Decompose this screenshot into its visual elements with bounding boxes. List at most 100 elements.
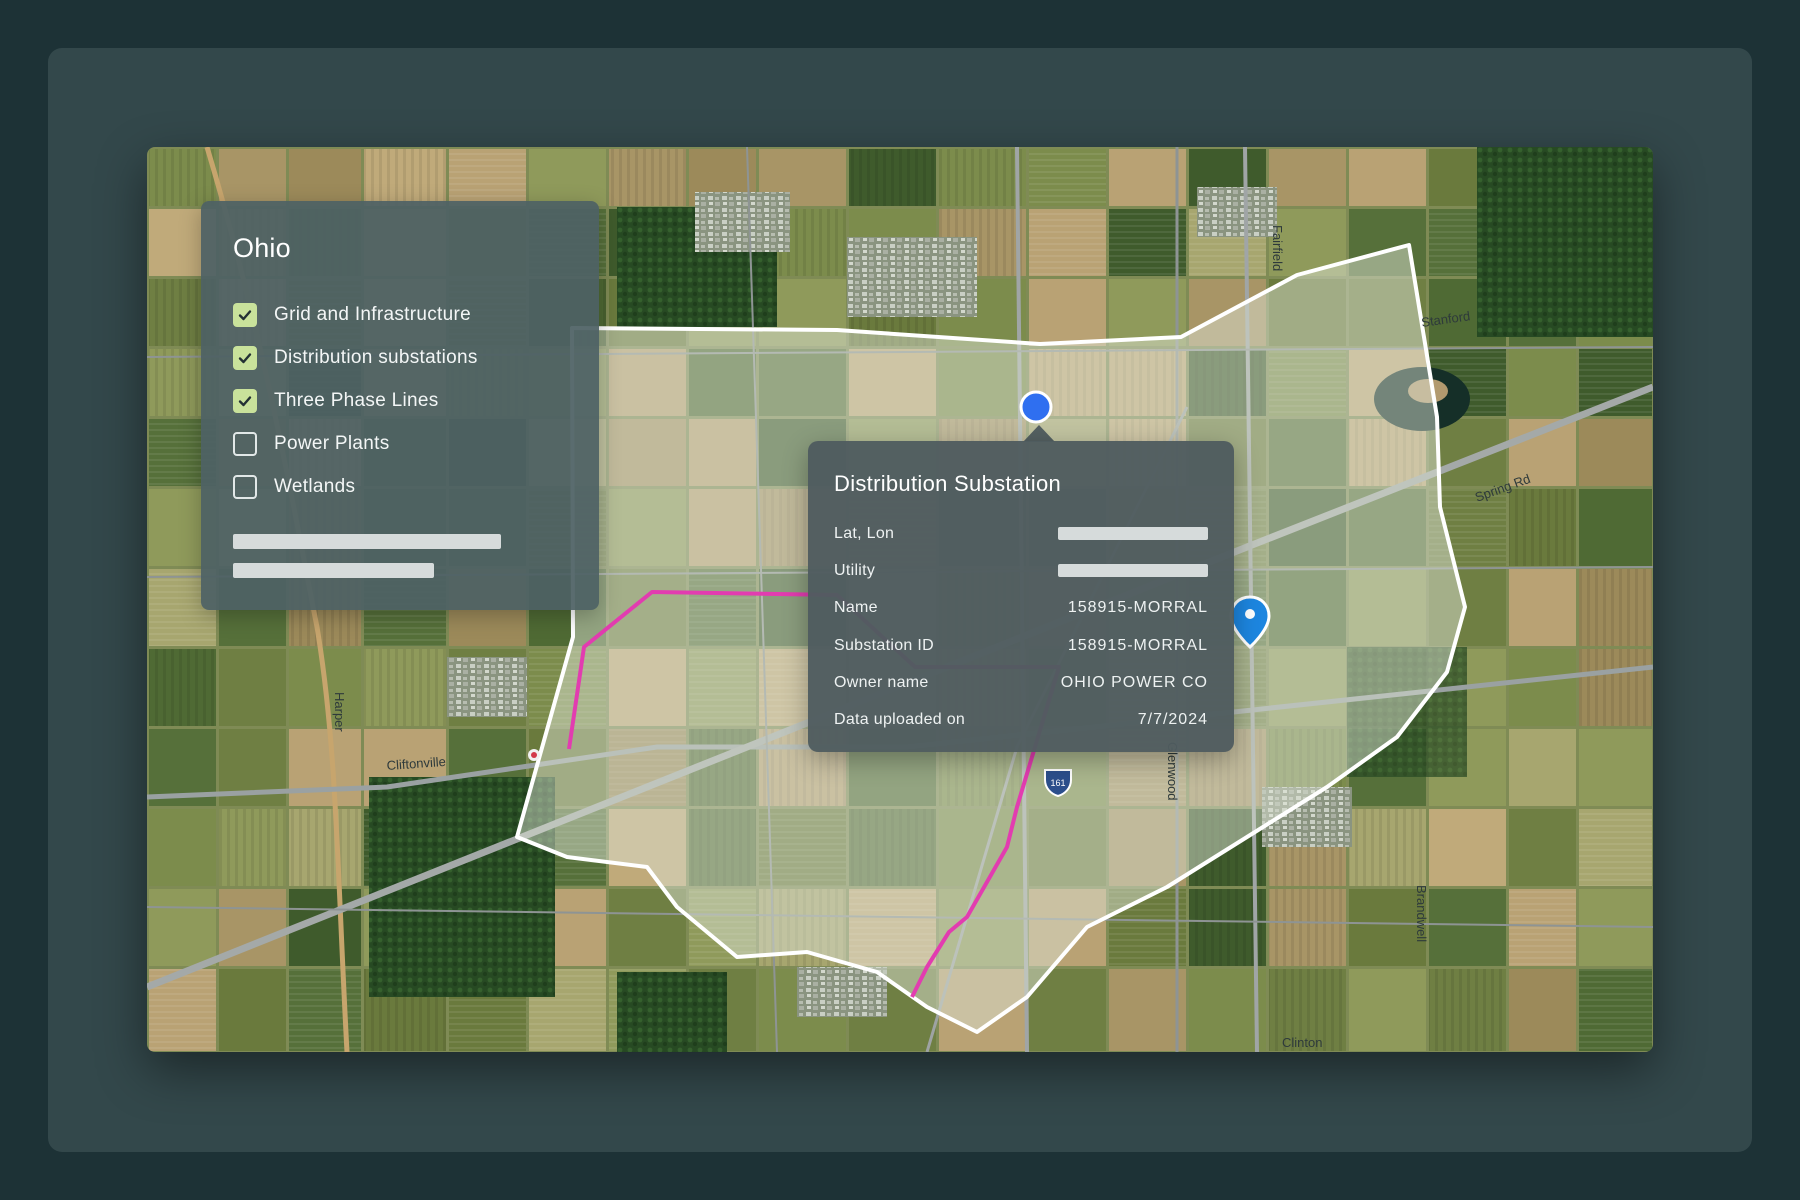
layer-item-three-phase-lines[interactable]: Three Phase Lines [233,379,478,422]
layer-checkbox[interactable] [233,474,257,499]
check-icon [238,309,252,320]
farm-field [289,729,361,806]
farm-field [1109,149,1186,206]
field-texture [1029,149,1106,206]
farm-field [1429,889,1506,966]
detail-label: Lat, Lon [834,524,895,542]
layer-label: Distribution substations [274,346,478,368]
layer-item-power-plants[interactable]: Power Plants [233,422,478,465]
detail-label: Substation ID [834,636,934,654]
layer-label: Wetlands [274,475,356,497]
detail-value: 7/7/2024 [1137,711,1208,729]
detail-row-utility: Utility [834,552,1208,589]
check-icon [238,352,252,363]
farm-field [1579,419,1652,486]
farm-field [529,149,606,206]
svg-text:161: 161 [1050,778,1065,788]
field-texture [1029,209,1106,276]
svg-text:Clinton: Clinton [1282,1035,1322,1050]
field-texture [289,969,361,1051]
loading-skeleton-line [233,563,434,578]
layer-control-panel: Ohio Grid and Infrastructure Distributio… [201,201,599,610]
field-texture [1429,969,1506,1051]
substation-marker-icon[interactable] [1019,390,1053,424]
farm-field [1509,569,1576,646]
farm-field [1509,729,1576,806]
detail-label: Name [834,599,878,617]
field-texture [149,649,216,726]
svg-text:Harper: Harper [332,692,347,732]
layer-item-wetlands[interactable]: Wetlands [233,465,478,508]
farm-field [289,149,361,206]
farm-field [1509,649,1576,726]
farm-field [1579,489,1652,566]
farm-field [1029,279,1106,346]
detail-row-owner-name: Owner name OHIO POWER CO [834,664,1208,701]
farm-field [1109,969,1186,1051]
field-texture [1579,809,1652,886]
field-texture [849,149,936,206]
layer-checkbox[interactable] [233,431,257,456]
field-texture [1579,349,1652,416]
farm-field [219,149,286,206]
detail-label: Owner name [834,673,929,691]
detail-value: 158915-MORRAL [1067,636,1208,654]
layer-list: Grid and Infrastructure Distribution sub… [233,293,478,508]
detail-value: 158915-MORRAL [1067,599,1208,617]
field-texture [1269,889,1346,966]
layer-checkbox[interactable] [233,388,257,413]
detail-row-data-uploaded-on: Data uploaded on 7/7/2024 [834,701,1208,738]
marker-small-red [528,749,540,761]
field-texture [1109,209,1186,276]
farm-field [219,649,286,726]
farm-field [1509,809,1576,886]
detail-label: Data uploaded on [834,711,966,729]
field-texture [449,149,526,206]
popup-title: Distribution Substation [834,471,1062,496]
value-loading-skeleton [1058,527,1208,541]
field-texture [364,649,446,726]
field-texture [149,149,216,206]
popup-details: Lat, Lon Utility Name 158915-MORRAL Subs… [834,515,1208,739]
layer-checkbox[interactable] [233,302,257,327]
panel-title: Ohio [233,233,291,263]
field-texture [1579,969,1652,1051]
farm-field [149,809,216,886]
svg-text:Fairfield: Fairfield [1270,225,1285,271]
layer-label: Power Plants [274,432,390,454]
farm-field [1579,729,1652,806]
popup-caret [1023,425,1055,442]
check-icon [238,395,252,406]
layer-item-distribution-substations[interactable]: Distribution substations [233,336,478,379]
field-texture [1509,489,1576,566]
detail-row-lat-lon: Lat, Lon [834,515,1208,552]
field-texture [1579,569,1652,646]
farm-field [1429,809,1506,886]
field-texture [364,149,446,206]
layer-label: Grid and Infrastructure [274,303,471,325]
farm-field [1349,969,1426,1051]
field-texture [289,809,361,886]
farm-field [1509,969,1576,1051]
detail-label: Utility [834,561,876,579]
layer-item-grid-and-infrastructure[interactable]: Grid and Infrastructure [233,293,478,336]
value-loading-skeleton [1058,564,1208,578]
svg-text:Brandwell: Brandwell [1414,885,1429,942]
layer-label: Three Phase Lines [274,389,439,411]
farm-field [1269,149,1346,206]
field-texture [1509,889,1576,966]
loading-skeleton-line [233,534,501,549]
field-texture [939,149,1026,206]
field-texture [1349,809,1426,886]
farm-field [1509,349,1576,416]
farm-field [1349,149,1426,206]
field-texture [609,149,686,206]
detail-row-substation-id: Substation ID 158915-MORRAL [834,627,1208,664]
substation-info-popup: Distribution Substation Lat, Lon Utility… [808,441,1234,752]
field-texture [219,809,286,886]
detail-row-name: Name 158915-MORRAL [834,590,1208,627]
layer-checkbox[interactable] [233,345,257,370]
detail-value: OHIO POWER CO [1060,673,1208,691]
farm-field [149,889,216,966]
field-texture [1579,649,1652,726]
